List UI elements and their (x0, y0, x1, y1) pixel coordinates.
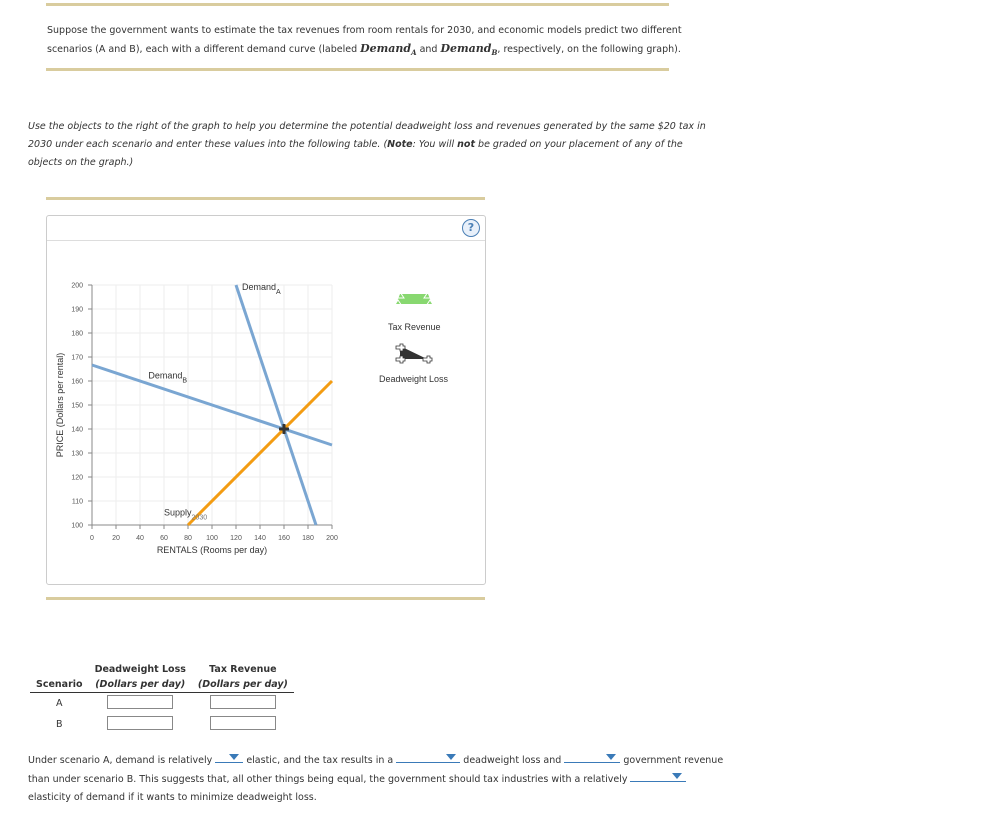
graph-bottom-divider (46, 597, 485, 600)
elasticity-level-dropdown[interactable] (630, 771, 687, 782)
demand-a-label: DemandA (360, 42, 417, 58)
note-label: Note (387, 139, 413, 150)
revenue-size-dropdown[interactable] (564, 752, 621, 763)
instructions-text: Use the objects to the right of the grap… (28, 121, 706, 168)
chevron-down-icon (606, 754, 617, 760)
answer-table: Deadweight Loss Tax Revenue Scenario (Do… (30, 662, 294, 735)
intro-part: , respectively, on the following graph). (497, 44, 681, 55)
conclusion-paragraph: Under scenario A, demand is relatively e… (28, 752, 728, 808)
not-emphasis: not (457, 139, 476, 150)
deadweight-loss-input-b[interactable] (107, 716, 174, 730)
tax-revenue-label: Tax Revenue (388, 322, 441, 332)
intro-part: and (416, 44, 441, 55)
elasticity-dropdown[interactable] (215, 752, 244, 763)
table-row: B (30, 714, 294, 735)
help-icon[interactable]: ? (462, 219, 480, 237)
intro-divider (46, 68, 669, 71)
intro-text: Suppose the government wants to estimate… (47, 22, 687, 62)
tax-revenue-input-b[interactable] (209, 716, 276, 730)
graph-panel: ? (46, 215, 486, 585)
graph-header: ? (47, 216, 485, 241)
demand-b-label: DemandB (440, 42, 498, 58)
tax-revenue-input-a[interactable] (209, 695, 276, 709)
subheader-tax-revenue: (Dollars per day) (191, 677, 294, 693)
chevron-down-icon (672, 772, 683, 779)
scenario-label: A (56, 698, 63, 709)
deadweight-loss-label: Deadweight Loss (379, 374, 449, 384)
subheader-deadweight-loss: (Dollars per day) (88, 677, 192, 693)
graph-top-divider (46, 197, 485, 200)
deadweight-size-dropdown[interactable] (396, 752, 461, 763)
table-row: A (30, 693, 294, 715)
header-scenario: Scenario (30, 677, 89, 693)
header-tax-revenue: Tax Revenue (209, 664, 277, 675)
header-deadweight-loss: Deadweight Loss (94, 664, 186, 675)
chevron-down-icon (446, 754, 457, 760)
chevron-down-icon (229, 754, 240, 760)
deadweight-loss-input-a[interactable] (107, 695, 174, 709)
scenario-label: B (56, 719, 63, 730)
top-divider (46, 3, 669, 6)
